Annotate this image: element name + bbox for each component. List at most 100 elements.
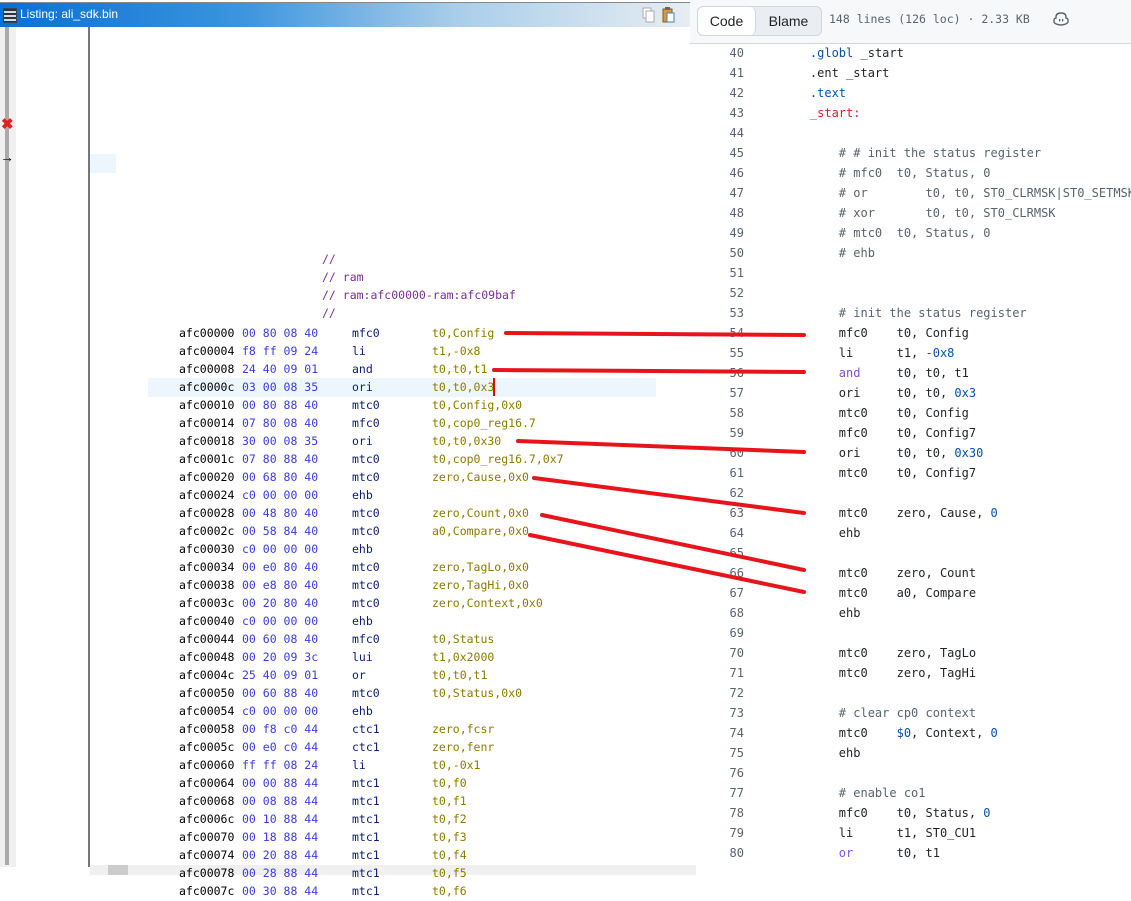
instruction-bytes[interactable]: 00 20 09 3c xyxy=(242,648,318,666)
instruction-address[interactable]: afc0004c xyxy=(179,666,234,684)
instruction-address[interactable]: afc00040 xyxy=(179,612,234,630)
instruction-bytes[interactable]: 00 30 88 44 xyxy=(242,882,318,900)
instruction-bytes[interactable]: 03 00 08 35 xyxy=(242,378,318,396)
instruction-bytes[interactable]: 00 e0 80 40 xyxy=(242,558,318,576)
instruction-mnemonic[interactable]: mfc0 xyxy=(352,414,380,432)
line-number[interactable]: 48 xyxy=(720,203,744,223)
instruction-operands[interactable]: t0,f0 xyxy=(432,774,467,792)
listing-row[interactable]: afc00038 00 e8 80 40 mtc0 zero,TagHi,0x0 xyxy=(179,576,659,594)
instruction-operands[interactable]: t0,f5 xyxy=(432,864,467,882)
instruction-address[interactable]: afc00054 xyxy=(179,702,234,720)
listing-row[interactable]: afc00048 00 20 09 3c lui t1,0x2000 xyxy=(179,648,659,666)
instruction-operands[interactable]: zero,TagLo,0x0 xyxy=(432,558,529,576)
instruction-bytes[interactable]: 00 60 88 40 xyxy=(242,684,318,702)
line-number[interactable]: 72 xyxy=(720,683,744,703)
listing-row[interactable]: afc00030 c0 00 00 00 ehb xyxy=(179,540,659,558)
instruction-mnemonic[interactable]: mtc0 xyxy=(352,504,380,522)
listing-row[interactable]: afc00074 00 20 88 44 mtc1 t0,f4 xyxy=(179,846,659,864)
copilot-icon[interactable] xyxy=(1053,11,1069,27)
instruction-bytes[interactable]: 00 00 88 44 xyxy=(242,774,318,792)
listing-row[interactable]: afc00070 00 18 88 44 mtc1 t0,f3 xyxy=(179,828,659,846)
instruction-mnemonic[interactable]: mfc0 xyxy=(352,324,380,342)
listing-row[interactable]: afc0005c 00 e0 c0 44 ctc1 zero,fenr xyxy=(179,738,659,756)
tab-blame[interactable]: Blame xyxy=(756,7,821,35)
listing-row[interactable]: afc00020 00 68 80 40 mtc0 zero,Cause,0x0 xyxy=(179,468,659,486)
instruction-address[interactable]: afc00048 xyxy=(179,648,234,666)
instruction-operands[interactable]: t0,Config xyxy=(432,324,494,342)
instruction-mnemonic[interactable]: mtc1 xyxy=(352,864,380,882)
instruction-bytes[interactable]: 00 20 88 44 xyxy=(242,846,318,864)
instruction-address[interactable]: afc00020 xyxy=(179,468,234,486)
instruction-operands[interactable]: t1,-0x8 xyxy=(432,342,480,360)
line-number[interactable]: 44 xyxy=(720,123,744,143)
instruction-address[interactable]: afc00008 xyxy=(179,360,234,378)
instruction-bytes[interactable]: 00 e8 80 40 xyxy=(242,576,318,594)
instruction-mnemonic[interactable]: mtc1 xyxy=(352,774,380,792)
instruction-mnemonic[interactable]: mtc1 xyxy=(352,810,380,828)
instruction-operands[interactable]: zero,Context,0x0 xyxy=(432,594,543,612)
instruction-mnemonic[interactable]: ehb xyxy=(352,540,373,558)
instruction-mnemonic[interactable]: mfc0 xyxy=(352,630,380,648)
instruction-mnemonic[interactable]: ctc1 xyxy=(352,738,380,756)
listing-row[interactable]: afc0002c 00 58 84 40 mtc0 a0,Compare,0x0 xyxy=(179,522,659,540)
instruction-mnemonic[interactable]: mtc0 xyxy=(352,594,380,612)
instruction-bytes[interactable]: 00 18 88 44 xyxy=(242,828,318,846)
instruction-mnemonic[interactable]: ehb xyxy=(352,612,373,630)
instruction-address[interactable]: afc00064 xyxy=(179,774,234,792)
instruction-bytes[interactable]: 00 20 80 40 xyxy=(242,594,318,612)
listing-row[interactable]: afc00028 00 48 80 40 mtc0 zero,Count,0x0 xyxy=(179,504,659,522)
line-number[interactable]: 67 xyxy=(720,583,744,603)
instruction-bytes[interactable]: 00 80 88 40 xyxy=(242,396,318,414)
instruction-mnemonic[interactable]: li xyxy=(352,342,366,360)
instruction-address[interactable]: afc00050 xyxy=(179,684,234,702)
instruction-operands[interactable]: t0,t0,0x30 xyxy=(432,432,501,450)
line-number[interactable]: 68 xyxy=(720,603,744,623)
instruction-address[interactable]: afc00074 xyxy=(179,846,234,864)
listing-row[interactable]: afc00000 00 80 08 40 mfc0 t0,Config xyxy=(179,324,659,342)
instruction-operands[interactable]: zero,Cause,0x0 xyxy=(432,468,529,486)
instruction-bytes[interactable]: 25 40 09 01 xyxy=(242,666,318,684)
listing-row[interactable]: afc00040 c0 00 00 00 ehb xyxy=(179,612,659,630)
instruction-mnemonic[interactable]: mtc1 xyxy=(352,882,380,900)
instruction-bytes[interactable]: ff ff 08 24 xyxy=(242,756,318,774)
instruction-address[interactable]: afc00060 xyxy=(179,756,234,774)
instruction-mnemonic[interactable]: ehb xyxy=(352,702,373,720)
instruction-address[interactable]: afc00004 xyxy=(179,342,234,360)
instruction-bytes[interactable]: 00 f8 c0 44 xyxy=(242,720,318,738)
instruction-bytes[interactable]: 00 28 88 44 xyxy=(242,864,318,882)
instruction-mnemonic[interactable]: mtc0 xyxy=(352,450,380,468)
instruction-mnemonic[interactable]: mtc0 xyxy=(352,558,380,576)
instruction-bytes[interactable]: 00 58 84 40 xyxy=(242,522,318,540)
line-number[interactable]: 40 xyxy=(720,43,744,63)
line-number[interactable]: 56 xyxy=(720,363,744,383)
listing-row[interactable]: afc00068 00 08 88 44 mtc1 t0,f1 xyxy=(179,792,659,810)
instruction-operands[interactable]: t0,f3 xyxy=(432,828,467,846)
copy-icon[interactable] xyxy=(642,7,655,23)
instruction-address[interactable]: afc0003c xyxy=(179,594,234,612)
line-number[interactable]: 61 xyxy=(720,463,744,483)
listing-row[interactable]: afc00014 07 80 08 40 mfc0 t0,cop0_reg16.7 xyxy=(179,414,659,432)
instruction-bytes[interactable]: 30 00 08 35 xyxy=(242,432,318,450)
line-number[interactable]: 71 xyxy=(720,663,744,683)
instruction-operands[interactable]: zero,TagHi,0x0 xyxy=(432,576,529,594)
instruction-operands[interactable]: zero,fcsr xyxy=(432,720,494,738)
instruction-address[interactable]: afc00030 xyxy=(179,540,234,558)
line-number[interactable]: 52 xyxy=(720,283,744,303)
instruction-address[interactable]: afc00044 xyxy=(179,630,234,648)
instruction-address[interactable]: afc00034 xyxy=(179,558,234,576)
instruction-operands[interactable]: t0,t0,t1 xyxy=(432,666,487,684)
instruction-address[interactable]: afc0000c xyxy=(179,378,234,396)
instruction-address[interactable]: afc00018 xyxy=(179,432,234,450)
instruction-bytes[interactable]: 07 80 08 40 xyxy=(242,414,318,432)
listing-row[interactable]: afc00064 00 00 88 44 mtc1 t0,f0 xyxy=(179,774,659,792)
listing-row[interactable]: afc00050 00 60 88 40 mtc0 t0,Status,0x0 xyxy=(179,684,659,702)
instruction-operands[interactable]: t0,Status xyxy=(432,630,494,648)
line-number[interactable]: 43 xyxy=(720,103,744,123)
instruction-mnemonic[interactable]: mtc1 xyxy=(352,792,380,810)
line-number[interactable]: 62 xyxy=(720,483,744,503)
instruction-bytes[interactable]: 00 e0 c0 44 xyxy=(242,738,318,756)
instruction-address[interactable]: afc0002c xyxy=(179,522,234,540)
line-number[interactable]: 59 xyxy=(720,423,744,443)
listing-row[interactable]: afc0000c 03 00 08 35 ori t0,t0,0x3 xyxy=(179,378,659,396)
line-number[interactable]: 79 xyxy=(720,823,744,843)
